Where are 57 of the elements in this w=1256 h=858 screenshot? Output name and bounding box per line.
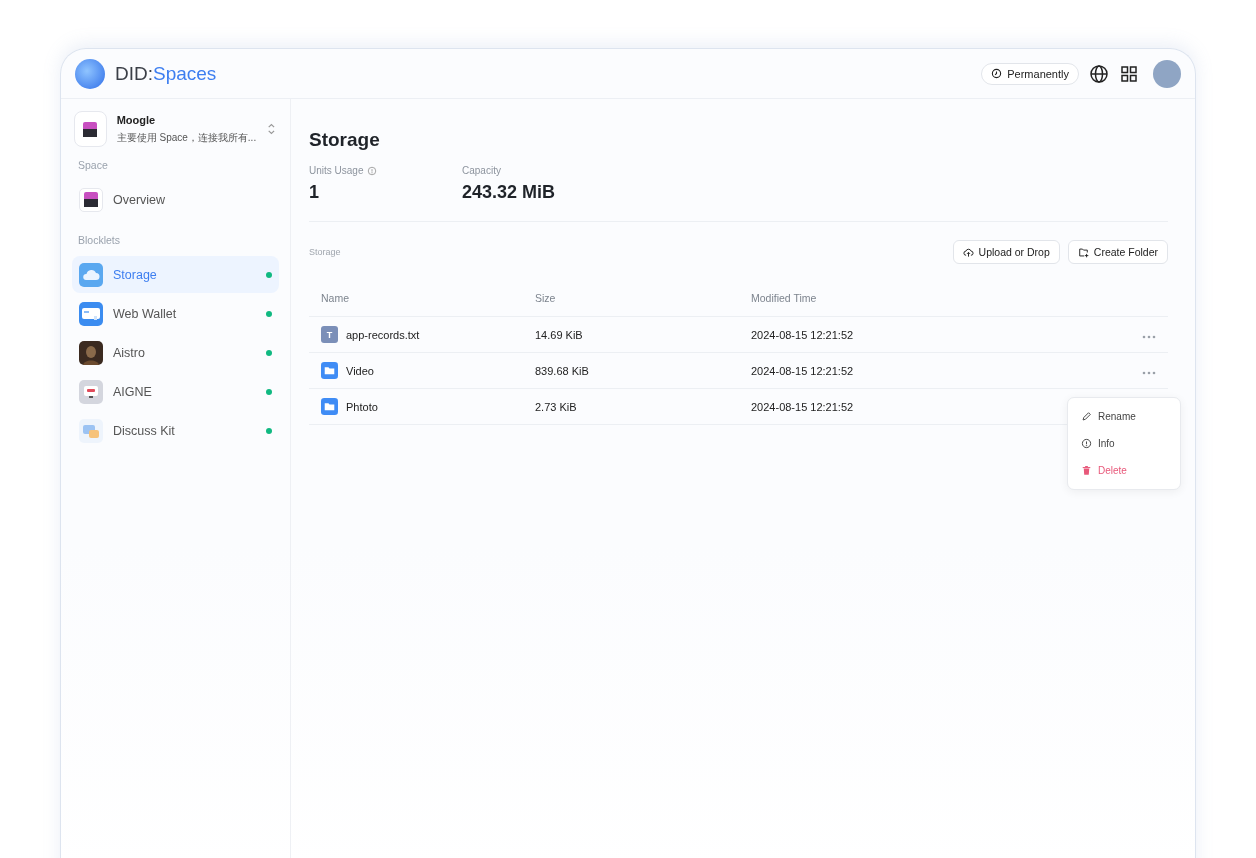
- space-description: 主要使用 Space，连接我所有...: [116, 130, 257, 145]
- more-icon[interactable]: [1142, 334, 1156, 339]
- menu-item[interactable]: Delete: [1068, 457, 1180, 484]
- section-label: Space: [78, 159, 109, 171]
- file-name[interactable]: Phtoto: [346, 400, 378, 413]
- space-name: Moogle: [116, 113, 157, 126]
- sidebar-item[interactable]: Web Wallet: [72, 295, 279, 332]
- page-title: Storage: [309, 129, 381, 151]
- sidebar-item[interactable]: Aistro: [72, 334, 279, 371]
- apps-grid-icon[interactable]: [1119, 63, 1139, 84]
- file-name[interactable]: app-records.txt: [346, 328, 420, 341]
- globe-icon[interactable]: [1089, 63, 1109, 84]
- stat-value: 243.32 MiB: [462, 182, 557, 203]
- pencil-icon: [1081, 411, 1092, 422]
- stat-label: Capacity: [462, 165, 501, 176]
- info-icon: [1081, 438, 1092, 449]
- info-icon[interactable]: [367, 165, 378, 176]
- plan-button[interactable]: Permanently: [981, 62, 1079, 85]
- text-file-icon: T: [321, 326, 338, 343]
- more-icon[interactable]: [1142, 370, 1156, 375]
- table-cell: 2.73 KiB: [523, 388, 739, 425]
- logo-text: DID:Spaces: [115, 62, 217, 85]
- wallet-icon: [79, 301, 103, 326]
- menu-item[interactable]: Info: [1068, 430, 1180, 457]
- table-cell: 839.68 KiB: [523, 352, 739, 389]
- folder-add-icon: [1077, 246, 1089, 258]
- folder-icon: [321, 398, 338, 415]
- column-header[interactable]: Modified Time: [739, 280, 1114, 317]
- sidebar-item[interactable]: Overview: [72, 181, 279, 218]
- space-card-icon: [79, 187, 103, 212]
- cloud-upload-icon: [962, 246, 974, 258]
- logo-icon: [75, 58, 105, 89]
- sidebar-item[interactable]: Discuss Kit: [72, 412, 279, 449]
- column-header[interactable]: Name: [309, 280, 523, 317]
- folder-icon: [321, 362, 338, 379]
- device-icon: [79, 379, 103, 404]
- stat-value: 1: [309, 182, 320, 203]
- avatar[interactable]: [1153, 59, 1181, 88]
- menu-item[interactable]: Rename: [1068, 403, 1180, 430]
- clock-icon: [991, 68, 1003, 79]
- trash-icon: [1081, 465, 1092, 476]
- table-cell: 2024-08-15 12:21:52: [739, 316, 1114, 353]
- portrait-icon: [79, 340, 103, 365]
- create-folder-button[interactable]: Create Folder: [1067, 240, 1168, 264]
- sidebar-item[interactable]: Storage: [72, 256, 279, 293]
- stat-label: Units Usage: [309, 165, 364, 176]
- upload-button[interactable]: Upload or Drop: [952, 240, 1060, 264]
- cloud-icon: [79, 262, 103, 287]
- sidebar-item[interactable]: AIGNE: [72, 373, 279, 410]
- section-label: Storage: [309, 247, 342, 257]
- file-name[interactable]: Video: [346, 364, 374, 377]
- table-cell: 2024-08-15 12:21:52: [739, 352, 1114, 389]
- chat-icon: [79, 418, 103, 443]
- column-header[interactable]: Size: [523, 280, 739, 317]
- table-cell: 14.69 KiB: [523, 316, 739, 353]
- chevron-up-down-icon[interactable]: [266, 121, 277, 137]
- section-label: Blocklets: [78, 234, 121, 246]
